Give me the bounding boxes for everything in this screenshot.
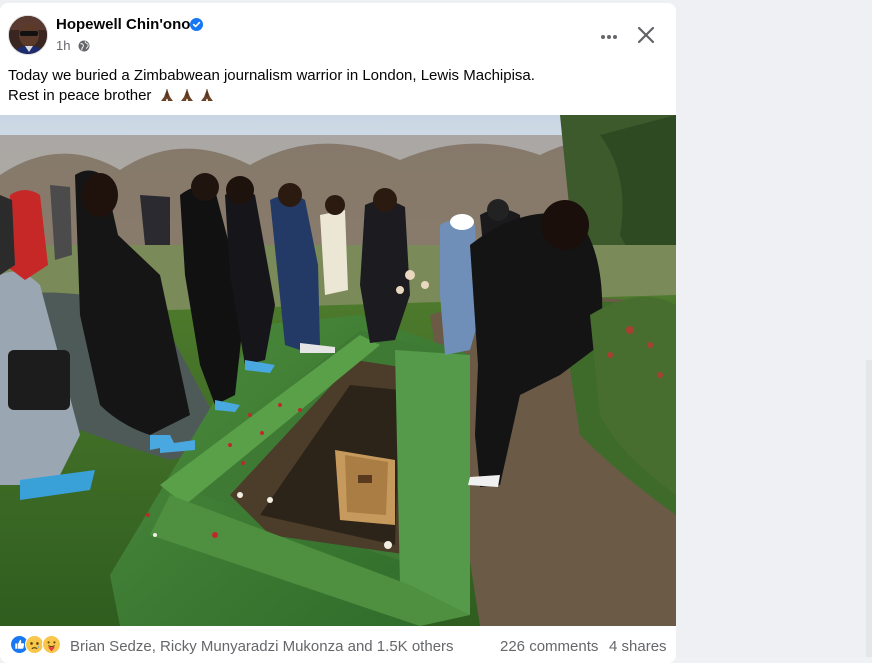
burial-scene-image (0, 115, 676, 626)
folded-hands-emoji (180, 89, 193, 101)
author-avatar[interactable] (8, 15, 48, 55)
reactors-summary-text[interactable]: Brian Sedze, Ricky Munyaradzi Mukonza an… (70, 638, 454, 655)
scrollbar-track[interactable] (866, 360, 872, 657)
post-footer: Brian Sedze, Ricky Munyaradzi Mukonza an… (0, 626, 676, 663)
post-timestamp[interactable]: 1h (56, 38, 70, 53)
shares-count-link[interactable]: 4 shares (609, 638, 667, 655)
ellipsis-icon (601, 35, 617, 39)
post-photo[interactable] (0, 115, 676, 626)
author-name[interactable]: Hopewell Chin'ono (56, 16, 190, 33)
globe-icon (78, 40, 90, 52)
post-message-line-2-text: Rest in peace brother (8, 87, 152, 104)
care-reaction-icon (42, 635, 61, 654)
folded-hands-emoji (200, 89, 213, 101)
post-message-line-1: Today we buried a Zimbabwean journalism … (8, 67, 535, 84)
more-options-button[interactable] (594, 25, 624, 49)
comments-count-link[interactable]: 226 comments (500, 638, 598, 655)
close-button[interactable] (632, 21, 660, 49)
close-icon (637, 26, 655, 44)
post-header: Hopewell Chin'ono 1h (0, 3, 676, 63)
post-card: Hopewell Chin'ono 1h Today we buried a Z… (0, 3, 676, 663)
folded-hands-emoji (160, 89, 173, 101)
post-message-line-2: Rest in peace brother (8, 86, 668, 106)
verified-badge-icon (190, 18, 203, 31)
post-message: Today we buried a Zimbabwean journalism … (8, 66, 668, 106)
